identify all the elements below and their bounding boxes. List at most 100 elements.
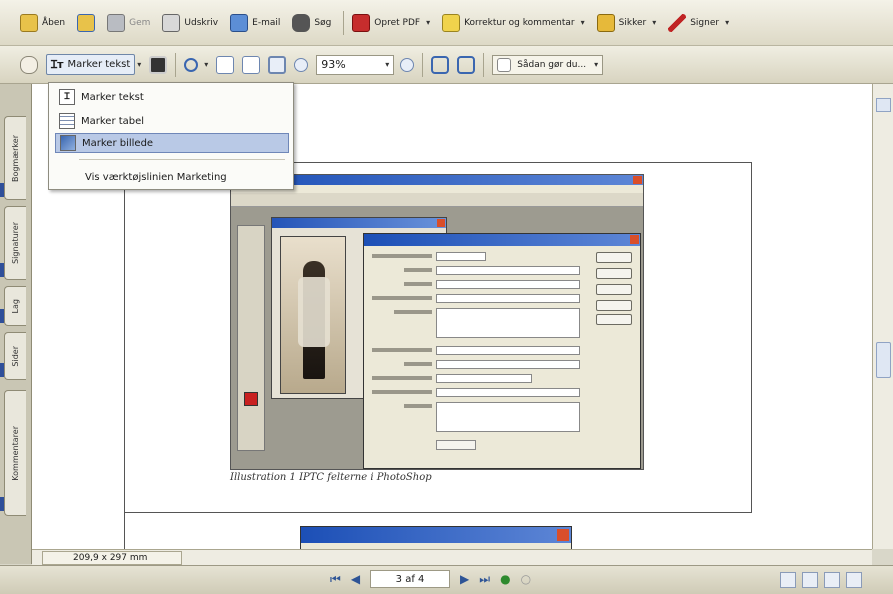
continuous-facing-icon[interactable] <box>846 572 862 588</box>
rotate-left-icon <box>431 55 450 74</box>
search-button[interactable]: Søg <box>292 13 331 32</box>
last-page-icon[interactable]: ⏭ <box>479 572 490 587</box>
select-tool-button[interactable]: Ɪᴛ Marker tekst <box>46 54 136 75</box>
previous-page-icon[interactable]: ◀ <box>351 572 360 586</box>
facing-icon[interactable] <box>824 572 840 588</box>
open-button[interactable]: Åben <box>20 13 65 32</box>
toolbar-divider <box>483 52 485 77</box>
lock-icon <box>596 13 615 32</box>
rotate-cw-button[interactable] <box>457 55 476 74</box>
review-comment-icon <box>442 13 461 32</box>
zoom-level-field[interactable]: 93% ▾ <box>316 54 395 75</box>
tab-layers[interactable]: Lag <box>0 286 26 326</box>
secure-label: Sikker <box>618 17 647 28</box>
single-page-icon[interactable] <box>780 572 796 588</box>
tab-indicator <box>0 183 4 197</box>
dialog-field <box>436 402 580 432</box>
go-forward-icon[interactable]: ○ <box>521 572 531 586</box>
dialog-field <box>436 308 580 338</box>
next-page-icon[interactable]: ▶ <box>460 572 469 586</box>
table-select-icon <box>59 113 75 129</box>
menu-item-show-marketing-toolbar[interactable]: Vis værktøjslinien Marketing <box>55 167 289 187</box>
save-button[interactable]: Gem <box>107 13 150 32</box>
page-number-field[interactable]: 3 af 4 <box>370 570 451 588</box>
dialog-button <box>436 440 476 450</box>
open-web-button[interactable] <box>77 13 96 32</box>
field-label <box>372 348 432 352</box>
menu-item-select-table[interactable]: Marker tabel <box>55 111 289 131</box>
sign-label: Signer <box>690 17 720 28</box>
zoom-in-icon <box>400 57 415 72</box>
hand-tool-button[interactable] <box>20 55 38 74</box>
secure-button[interactable]: Sikker ▾ <box>596 13 656 32</box>
chevron-down-icon[interactable]: ▾ <box>581 18 585 27</box>
open-folder-icon <box>20 13 38 32</box>
page-navigation: ⏮ ◀ 3 af 4 ▶ ⏭ ● ○ <box>330 570 531 588</box>
text-select-icon: Ɪ <box>59 89 75 105</box>
camera-icon <box>149 55 168 74</box>
chevron-down-icon[interactable]: ▾ <box>426 18 430 27</box>
create-pdf-button[interactable]: Opret PDF ▾ <box>352 13 430 32</box>
tab-bookmarks[interactable]: Bogmærker <box>0 116 26 200</box>
page-size-label: 209,9 x 297 mm <box>73 553 148 563</box>
fit-width-button[interactable] <box>268 55 287 74</box>
field-label <box>404 282 432 286</box>
photo-coat <box>298 277 330 347</box>
email-button[interactable]: E-mail <box>230 13 280 32</box>
go-back-icon[interactable]: ● <box>500 572 510 586</box>
fit-page-button[interactable] <box>242 55 261 74</box>
tab-signatures-label: Signaturer <box>11 222 20 264</box>
field-label <box>404 268 432 272</box>
field-label <box>372 254 432 258</box>
chevron-down-icon[interactable]: ▾ <box>652 18 656 27</box>
tab-bookmarks-label: Bogmærker <box>11 134 20 182</box>
continuous-icon[interactable] <box>802 572 818 588</box>
zoom-in-button[interactable] <box>400 57 415 72</box>
menu-item-select-text[interactable]: Ɪ Marker tekst <box>55 87 289 107</box>
tab-signatures[interactable]: Signaturer <box>0 206 26 280</box>
main-toolbar: Åben Gem Udskriv E-mail Søg Opret PDF ▾ … <box>0 0 893 46</box>
dialog-button <box>596 252 632 263</box>
print-button[interactable]: Udskriv <box>162 13 219 32</box>
dialog-field <box>436 252 486 261</box>
select-tool-menu: Ɪ Marker tekst Marker tabel Marker bille… <box>48 82 294 190</box>
scroll-up-arrow-icon[interactable] <box>876 98 891 112</box>
create-pdf-label: Opret PDF <box>374 17 421 28</box>
print-icon <box>162 13 181 32</box>
dialog-field <box>436 294 580 303</box>
figure-caption: Illustration 1 IPTC felterne i PhotoShop <box>230 472 432 483</box>
close-icon <box>633 176 642 184</box>
close-icon <box>630 235 639 244</box>
zoom-tool-button[interactable]: ▾ <box>184 57 209 72</box>
create-pdf-icon <box>352 13 371 32</box>
dialog-button <box>596 284 632 295</box>
embedded-screenshot-image[interactable] <box>230 174 644 470</box>
field-label <box>404 404 432 408</box>
chevron-down-icon[interactable]: ▾ <box>385 60 389 69</box>
how-to-dropdown[interactable]: Sådan gør du... ▾ <box>492 54 604 75</box>
select-tool-dropdown[interactable]: ▾ <box>135 60 141 69</box>
dialog-button <box>596 268 632 279</box>
chevron-down-icon[interactable]: ▾ <box>725 18 729 27</box>
first-page-icon[interactable]: ⏮ <box>330 572 341 587</box>
scroll-thumb[interactable] <box>876 342 891 378</box>
horizontal-scrollbar[interactable]: 209,9 x 297 mm <box>32 549 872 565</box>
how-to-label: Sådan gør du... <box>517 59 587 70</box>
embedded-toolbox <box>237 225 265 451</box>
sign-button[interactable]: Signer ▾ <box>668 13 729 32</box>
close-icon <box>557 529 569 541</box>
embedded-file-info-dialog <box>363 233 641 469</box>
print-label: Udskriv <box>184 17 219 28</box>
embedded-titlebar <box>301 527 571 543</box>
tab-comments[interactable]: Kommentarer <box>0 390 26 516</box>
actual-size-button[interactable] <box>216 55 235 74</box>
zoom-out-button[interactable] <box>294 57 309 72</box>
chevron-down-icon: ▾ <box>204 60 209 69</box>
review-comment-button[interactable]: Korrektur og kommentar ▾ <box>442 13 585 32</box>
menu-item-select-image[interactable]: Marker billede <box>55 133 289 153</box>
vertical-scrollbar[interactable] <box>872 84 893 549</box>
tab-pages[interactable]: Sider <box>0 332 26 380</box>
magnifier-icon <box>184 57 199 72</box>
snapshot-tool-button[interactable] <box>149 55 168 74</box>
rotate-ccw-button[interactable] <box>431 55 450 74</box>
